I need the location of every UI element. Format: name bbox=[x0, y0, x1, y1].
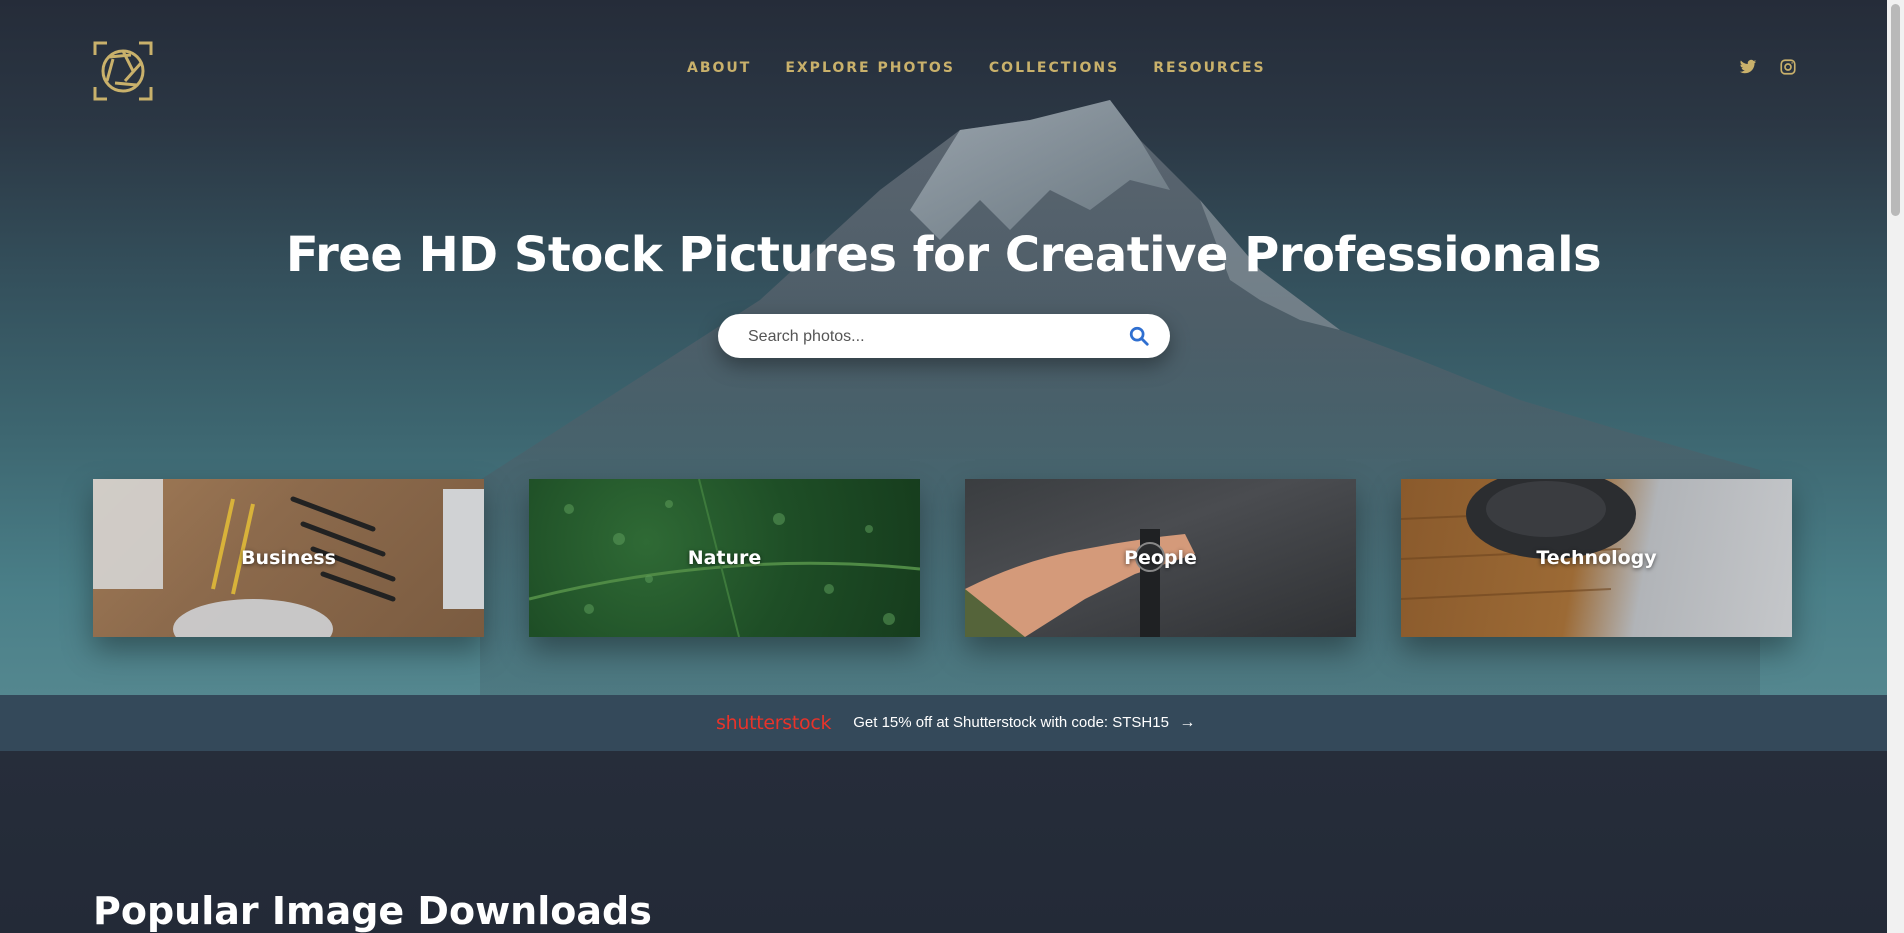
category-card-business[interactable]: Business bbox=[93, 479, 484, 637]
nav-explore-photos[interactable]: EXPLORE PHOTOS bbox=[785, 60, 955, 76]
category-label: People bbox=[1124, 547, 1197, 569]
promo-text: Get 15% off at Shutterstock with code: S… bbox=[853, 714, 1169, 731]
main-nav: ABOUT EXPLORE PHOTOS COLLECTIONS RESOURC… bbox=[687, 60, 1266, 76]
shutterstock-logo: shutterstock bbox=[716, 712, 832, 734]
hero-section: ABOUT EXPLORE PHOTOS COLLECTIONS RESOURC… bbox=[0, 0, 1887, 695]
social-links bbox=[1739, 58, 1797, 76]
aperture-icon bbox=[93, 41, 153, 101]
search-bar bbox=[718, 314, 1170, 360]
page-scrollbar[interactable] bbox=[1887, 0, 1904, 933]
nav-resources[interactable]: RESOURCES bbox=[1153, 60, 1265, 76]
logo[interactable] bbox=[93, 41, 153, 101]
promo-link[interactable]: Get 15% off at Shutterstock with code: S… bbox=[853, 714, 1195, 732]
section-title: Popular Image Downloads bbox=[93, 889, 652, 933]
category-card-technology[interactable]: Technology bbox=[1401, 479, 1792, 637]
nav-collections[interactable]: COLLECTIONS bbox=[989, 60, 1119, 76]
category-label: Nature bbox=[687, 547, 762, 569]
promo-content: shutterstock Get 15% off at Shutterstock… bbox=[716, 695, 1195, 751]
category-label: Technology bbox=[1536, 547, 1657, 569]
category-label: Business bbox=[241, 547, 336, 569]
category-card-nature[interactable]: Nature bbox=[529, 479, 920, 637]
instagram-icon[interactable] bbox=[1779, 58, 1797, 76]
scrollbar-thumb[interactable] bbox=[1891, 4, 1900, 216]
category-cards: Business Nature People Technology bbox=[93, 479, 1792, 637]
twitter-icon[interactable] bbox=[1739, 58, 1757, 76]
nav-about[interactable]: ABOUT bbox=[687, 60, 751, 76]
search-icon[interactable] bbox=[1128, 325, 1150, 347]
hero-title: Free HD Stock Pictures for Creative Prof… bbox=[285, 227, 1602, 283]
search-input[interactable] bbox=[746, 314, 1110, 360]
arrow-right-icon: → bbox=[1179, 714, 1196, 731]
popular-section: Popular Image Downloads bbox=[0, 751, 1887, 933]
category-card-people[interactable]: People bbox=[965, 479, 1356, 637]
promo-bar[interactable]: shutterstock Get 15% off at Shutterstock… bbox=[0, 695, 1887, 751]
